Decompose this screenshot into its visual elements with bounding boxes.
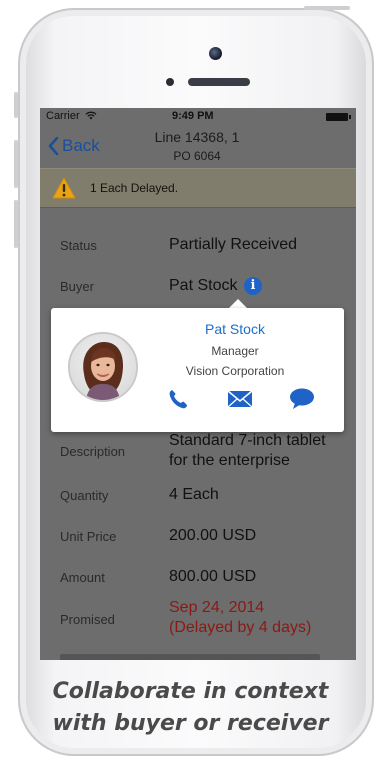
- call-button[interactable]: [164, 386, 192, 412]
- phone-icon: [169, 390, 187, 409]
- contact-name[interactable]: Pat Stock: [161, 321, 309, 337]
- contact-actions: [164, 386, 320, 412]
- clock: 9:49 PM: [172, 110, 214, 122]
- back-button[interactable]: Back: [48, 136, 100, 156]
- status-bar: Carrier 9:49 PM: [40, 108, 356, 126]
- quantity-label: Quantity: [60, 488, 109, 503]
- description-value: Standard 7-inch tablet for the enterpris…: [169, 432, 326, 469]
- avatar: [68, 332, 138, 402]
- status-value: Partially Received: [169, 236, 298, 253]
- unit-price-label: Unit Price: [60, 529, 117, 544]
- contact-popover: Pat Stock Manager Vision Corporation: [51, 308, 344, 432]
- buyer-value-group: Pat Stock i: [169, 276, 262, 296]
- page-title: Line 14368, 1 PO 6064: [132, 128, 262, 166]
- chat-icon: [290, 388, 314, 409]
- page-title-line1: Line 14368, 1: [154, 129, 240, 145]
- info-icon[interactable]: i: [243, 277, 262, 295]
- chevron-left-icon: [48, 137, 59, 155]
- description-label: Description: [60, 444, 126, 459]
- contact-photo: [70, 334, 136, 400]
- buyer-label: Buyer: [60, 279, 94, 294]
- cut-off-row: [60, 654, 320, 660]
- email-button[interactable]: [226, 386, 254, 412]
- carrier-label: Carrier: [46, 110, 97, 122]
- caption-line1: Collaborate in context: [52, 679, 329, 704]
- carrier-text: Carrier: [46, 110, 80, 122]
- wifi-icon: [85, 111, 97, 120]
- caption-line2: with buyer or receiver: [52, 711, 329, 736]
- power-button: [304, 6, 350, 10]
- earpiece-speaker: [188, 78, 250, 86]
- volume-down-button: [14, 200, 18, 248]
- promo-caption: Collaborate in context with buyer or rec…: [0, 676, 381, 740]
- contact-title: Manager: [211, 344, 259, 358]
- promised-date: Sep 24, 2014: [169, 599, 265, 616]
- buyer-value: Pat Stock: [169, 277, 238, 294]
- unit-price-value: 200.00 USD: [169, 527, 257, 544]
- status-label: Status: [60, 238, 97, 253]
- promised-label: Promised: [60, 612, 115, 627]
- amount-value: 800.00 USD: [169, 568, 257, 585]
- battery-icon: [326, 113, 351, 121]
- volume-up-button: [14, 140, 18, 188]
- front-camera: [209, 47, 222, 60]
- promised-delay-note: (Delayed by 4 days): [169, 619, 312, 636]
- proximity-sensor: [166, 78, 174, 86]
- contact-organization: Vision Corporation: [185, 364, 285, 378]
- amount-label: Amount: [60, 570, 105, 585]
- warning-icon: [52, 177, 76, 199]
- page-title-line2: PO 6064: [173, 149, 221, 163]
- quantity-value: 4 Each: [169, 486, 219, 503]
- chat-button[interactable]: [288, 386, 316, 412]
- alert-text: 1 Each Delayed.: [90, 181, 179, 195]
- delay-alert-banner: 1 Each Delayed.: [40, 168, 356, 208]
- email-icon: [227, 390, 253, 408]
- mute-switch: [14, 92, 18, 118]
- back-label: Back: [62, 136, 100, 155]
- phone-screen: Carrier 9:49 PM Back Line 14368, 1 PO 60…: [40, 108, 356, 660]
- navigation-bar: Back Line 14368, 1 PO 6064: [40, 126, 356, 168]
